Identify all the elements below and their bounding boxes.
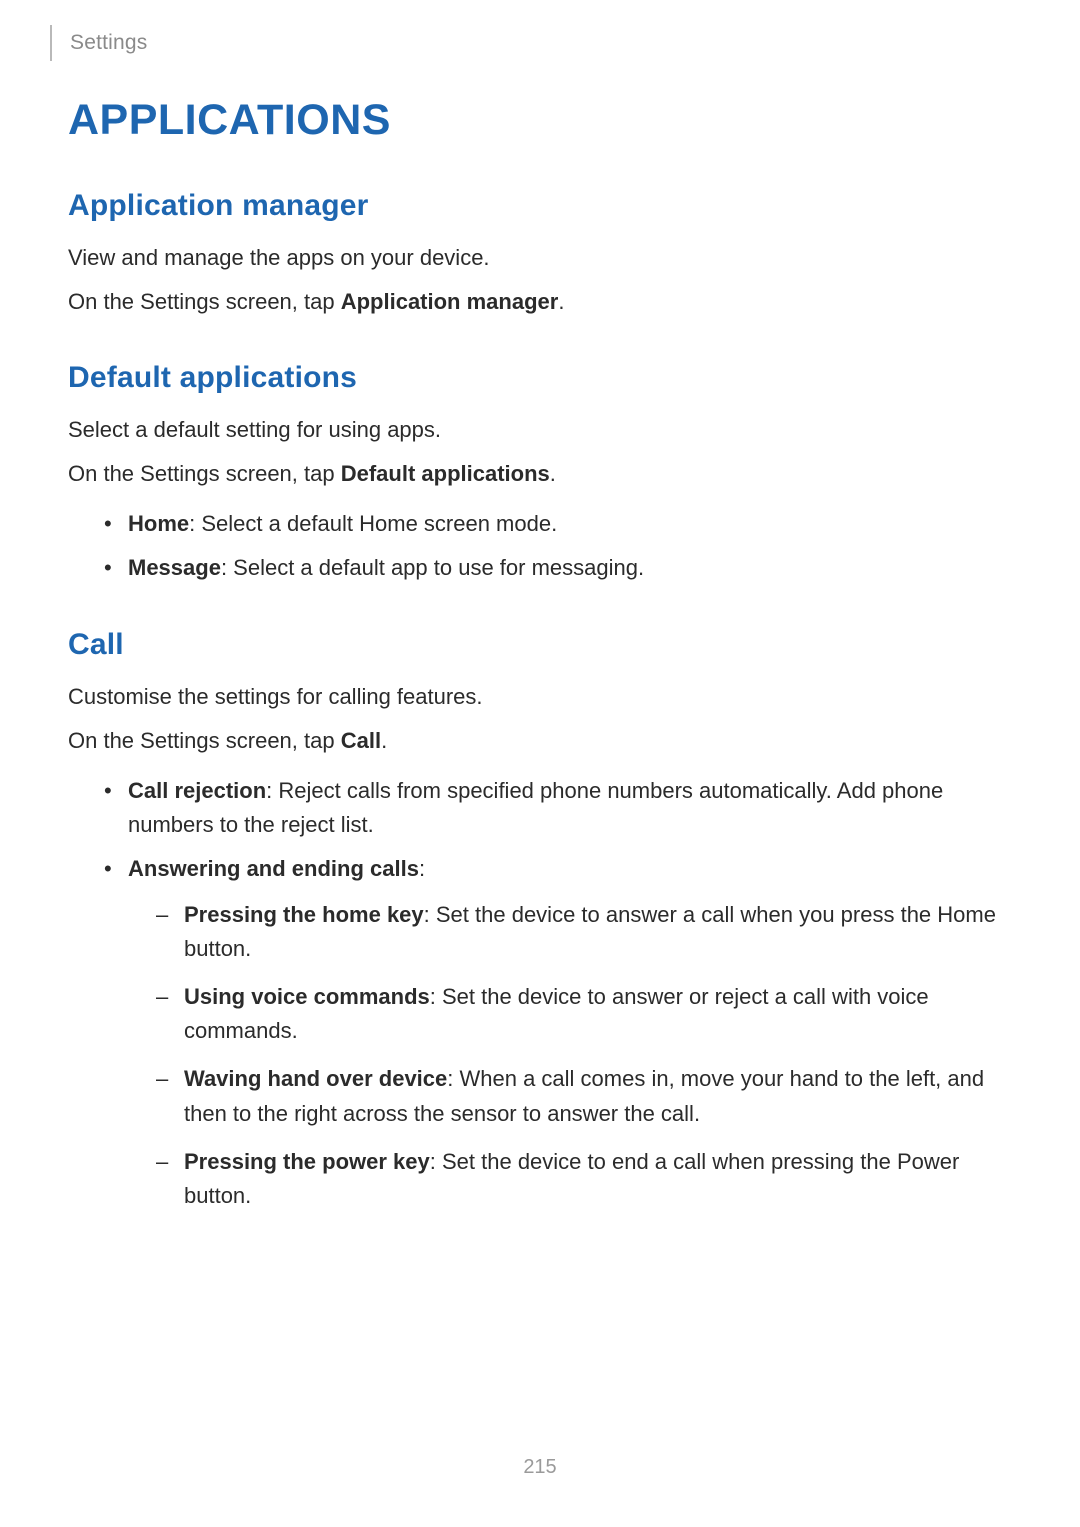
text: On the Settings screen, tap xyxy=(68,728,341,753)
list-item: Message: Select a default app to use for… xyxy=(104,551,1008,585)
heading-application-manager: Application manager xyxy=(68,189,1008,223)
bullet-list: Call rejection: Reject calls from specif… xyxy=(68,774,1008,1213)
paragraph: On the Settings screen, tap Call. xyxy=(68,724,1008,758)
bold-text: Home xyxy=(128,511,189,536)
list-item: Answering and ending calls: Pressing the… xyxy=(104,852,1008,1213)
content: APPLICATIONS Application manager View an… xyxy=(68,96,1008,1227)
paragraph: View and manage the apps on your device. xyxy=(68,241,1008,275)
list-item: Waving hand over device: When a call com… xyxy=(156,1062,1008,1130)
bullet-list: Home: Select a default Home screen mode.… xyxy=(68,507,1008,585)
bold-text: Call rejection xyxy=(128,778,266,803)
page-number: 215 xyxy=(0,1456,1080,1479)
bold-text: Call xyxy=(341,728,381,753)
paragraph: On the Settings screen, tap Application … xyxy=(68,285,1008,319)
heading-call: Call xyxy=(68,628,1008,662)
section-default-applications: Default applications Select a default se… xyxy=(68,361,1008,585)
text: : xyxy=(419,856,425,881)
bold-text: Pressing the home key xyxy=(184,902,424,927)
text: . xyxy=(558,289,564,314)
page: Settings APPLICATIONS Application manage… xyxy=(0,0,1080,1527)
running-head-rule xyxy=(50,25,52,61)
text: : Select a default Home screen mode. xyxy=(189,511,557,536)
list-item: Pressing the home key: Set the device to… xyxy=(156,898,1008,966)
running-head: Settings xyxy=(50,25,147,61)
section-call: Call Customise the settings for calling … xyxy=(68,628,1008,1213)
page-title: APPLICATIONS xyxy=(68,96,1008,145)
bold-text: Message xyxy=(128,555,221,580)
dash-list: Pressing the home key: Set the device to… xyxy=(128,898,1008,1213)
text: . xyxy=(381,728,387,753)
list-item: Home: Select a default Home screen mode. xyxy=(104,507,1008,541)
section-application-manager: Application manager View and manage the … xyxy=(68,189,1008,319)
bold-text: Answering and ending calls xyxy=(128,856,419,881)
heading-default-applications: Default applications xyxy=(68,361,1008,395)
bold-text: Default applications xyxy=(341,461,550,486)
text: . xyxy=(550,461,556,486)
list-item: Call rejection: Reject calls from specif… xyxy=(104,774,1008,842)
text: : Select a default app to use for messag… xyxy=(221,555,644,580)
list-item: Pressing the power key: Set the device t… xyxy=(156,1145,1008,1213)
text: On the Settings screen, tap xyxy=(68,289,341,314)
bold-text: Application manager xyxy=(341,289,559,314)
text: On the Settings screen, tap xyxy=(68,461,341,486)
paragraph: On the Settings screen, tap Default appl… xyxy=(68,457,1008,491)
bold-text: Using voice commands xyxy=(184,984,430,1009)
bold-text: Waving hand over device xyxy=(184,1066,447,1091)
running-head-label: Settings xyxy=(70,31,147,55)
bold-text: Pressing the power key xyxy=(184,1149,430,1174)
paragraph: Customise the settings for calling featu… xyxy=(68,680,1008,714)
list-item: Using voice commands: Set the device to … xyxy=(156,980,1008,1048)
paragraph: Select a default setting for using apps. xyxy=(68,413,1008,447)
